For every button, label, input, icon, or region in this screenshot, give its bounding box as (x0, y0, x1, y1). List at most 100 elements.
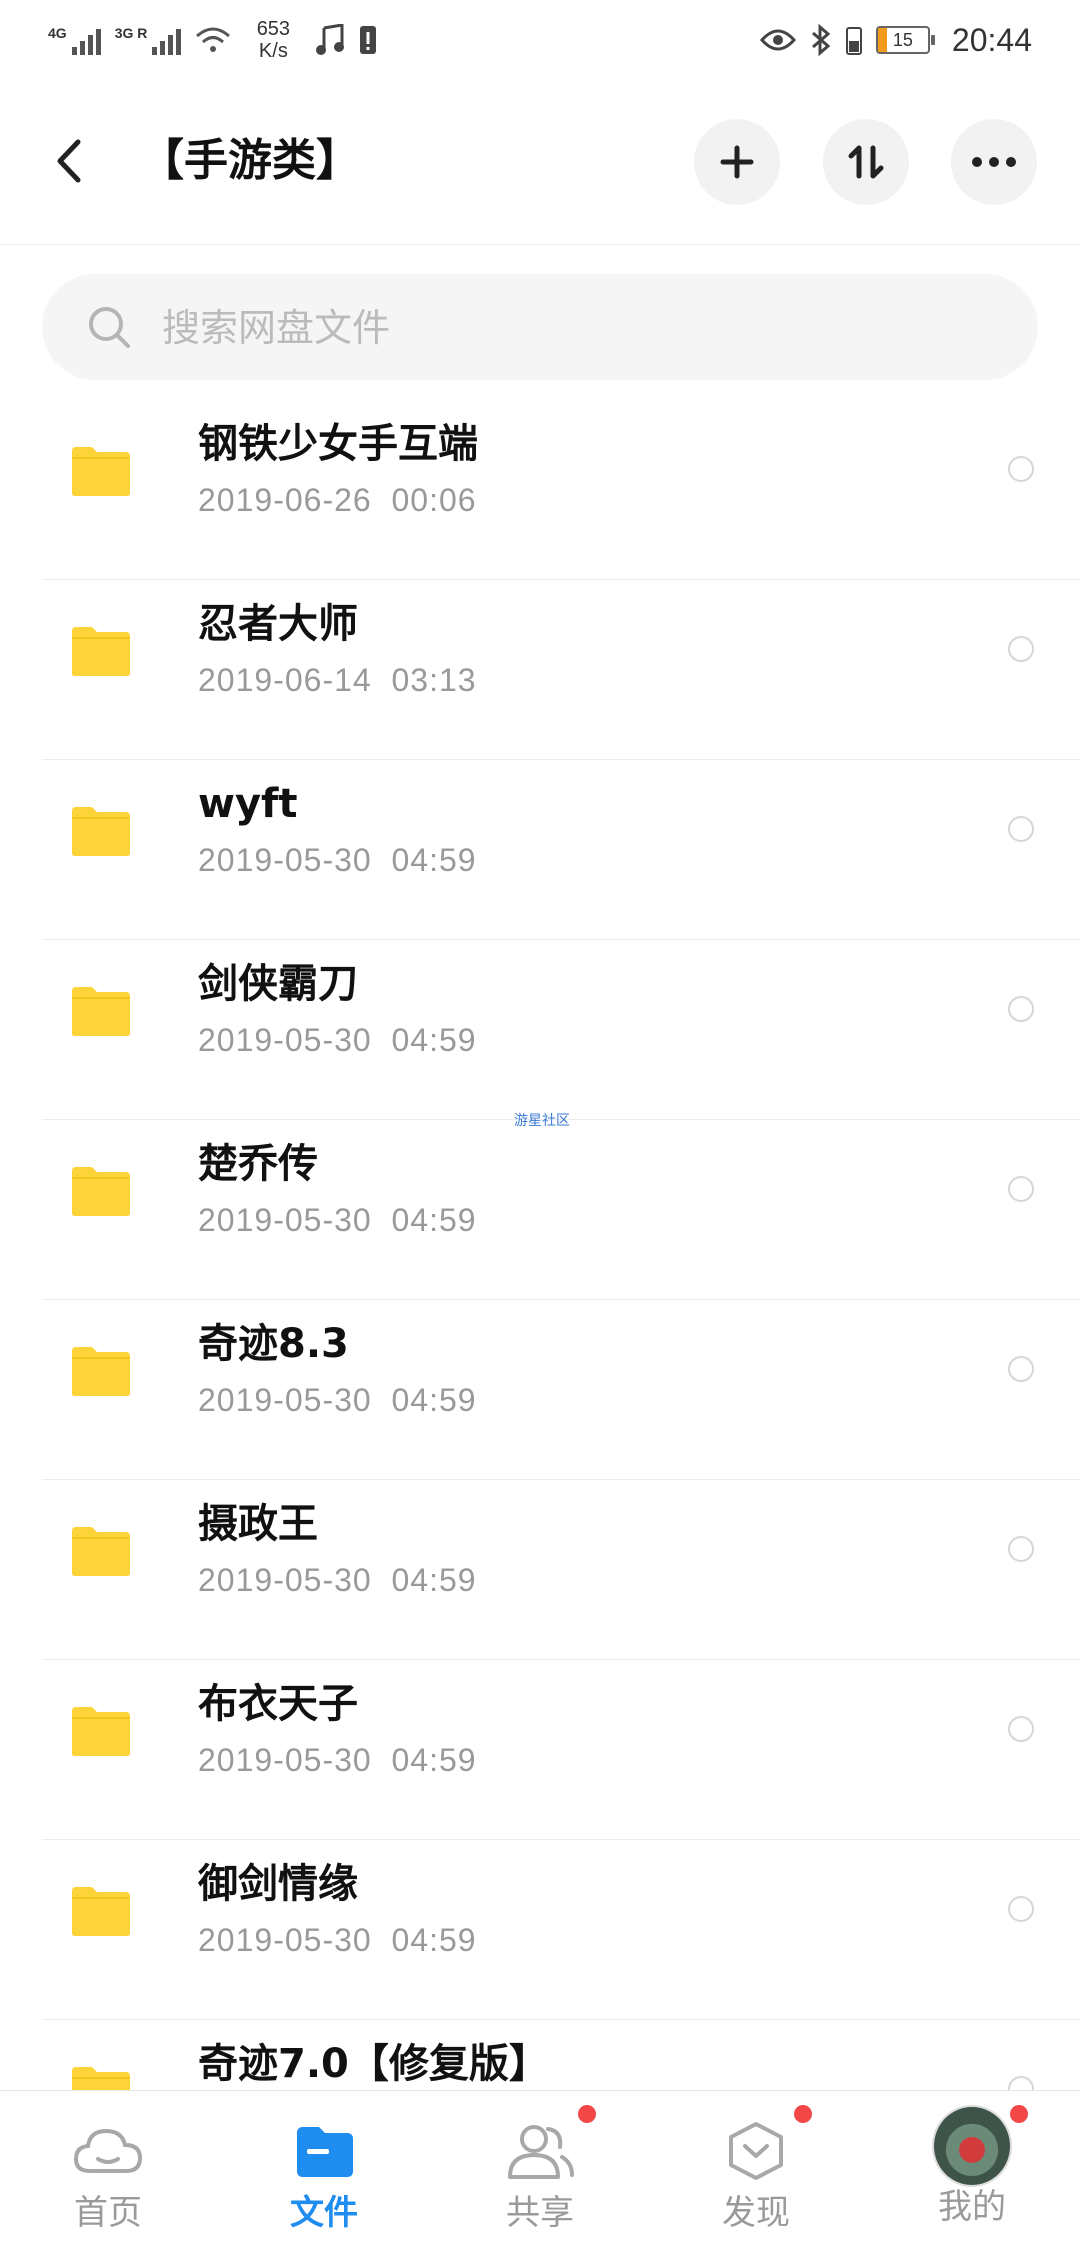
file-modified: 2019-05-30 04:59 (198, 1200, 477, 1240)
folder-icon (72, 1347, 130, 1396)
discover-badge-dot (794, 2105, 812, 2123)
file-time: 04:59 (391, 1922, 477, 1958)
file-name: 奇迹8.3 (198, 1321, 349, 1367)
network-speed: 653 K/s (245, 18, 301, 62)
network-type-1: 4G (48, 25, 67, 41)
file-date: 2019-05-30 (198, 1022, 372, 1058)
folder-icon (72, 447, 130, 496)
select-checkbox[interactable] (1008, 636, 1034, 662)
file-date: 2019-05-30 (198, 842, 372, 878)
search-bar[interactable] (42, 274, 1038, 380)
nav-item-discover[interactable]: 发现 (648, 2091, 864, 2241)
file-row[interactable]: 钢铁少女手互端 2019-06-26 00:06 (42, 400, 1080, 580)
select-checkbox[interactable] (1008, 996, 1034, 1022)
network-speed-unit: K/s (258, 40, 288, 62)
file-modified: 2019-06-26 00:06 (198, 480, 477, 520)
file-modified: 2019-05-30 04:59 (198, 840, 477, 880)
file-time: 03:13 (391, 662, 477, 698)
file-modified: 2019-05-30 04:59 (198, 1740, 477, 1780)
sort-button[interactable] (823, 119, 909, 205)
share-people-icon (508, 2125, 574, 2179)
file-modified: 2019-05-30 04:59 (198, 1560, 477, 1600)
network-type-2: 3G R (114, 25, 148, 41)
file-row[interactable]: 楚乔传 2019-05-30 04:59 (42, 1120, 1080, 1300)
file-date: 2019-05-30 (198, 1742, 372, 1778)
file-date: 2019-05-30 (198, 1562, 372, 1598)
file-row[interactable]: 剑侠霸刀 2019-05-30 04:59 (42, 940, 1080, 1120)
folder-icon (72, 807, 130, 856)
file-time: 04:59 (391, 1022, 477, 1058)
folder-icon (297, 2127, 353, 2177)
clock: 20:44 (951, 21, 1032, 58)
select-checkbox[interactable] (1008, 1536, 1034, 1562)
alert-icon (360, 26, 377, 54)
file-date: 2019-06-26 (198, 482, 372, 518)
file-date: 2019-05-30 (198, 1202, 372, 1238)
add-button[interactable] (694, 119, 780, 205)
network-speed-value: 653 (256, 18, 291, 40)
sort-icon (848, 145, 884, 179)
select-checkbox[interactable] (1008, 1896, 1034, 1922)
file-row[interactable]: 御剑情缘 2019-05-30 04:59 (42, 1840, 1080, 2020)
file-time: 04:59 (391, 1202, 477, 1238)
nav-label-share: 共享 (506, 2193, 574, 2233)
folder-icon (72, 1527, 130, 1576)
discover-icon (729, 2122, 783, 2180)
wifi-icon (196, 27, 231, 52)
folder-icon (72, 987, 130, 1036)
select-checkbox[interactable] (1008, 1356, 1034, 1382)
file-row[interactable]: 摄政王 2019-05-30 04:59 (42, 1480, 1080, 1660)
file-name: 忍者大师 (198, 601, 358, 647)
file-modified: 2019-05-30 04:59 (198, 1380, 477, 1420)
select-checkbox[interactable] (1008, 456, 1034, 482)
file-date: 2019-05-30 (198, 1922, 372, 1958)
file-name: 御剑情缘 (198, 1861, 358, 1907)
nav-item-share[interactable]: 共享 (432, 2091, 648, 2241)
file-time: 04:59 (391, 842, 477, 878)
select-checkbox[interactable] (1008, 1176, 1034, 1202)
music-note-icon (316, 24, 345, 55)
select-checkbox[interactable] (1008, 1716, 1034, 1742)
nav-label-home: 首页 (74, 2193, 142, 2233)
file-name: 摄政王 (198, 1501, 318, 1547)
plus-icon (720, 145, 754, 179)
file-time: 04:59 (391, 1562, 477, 1598)
folder-icon (72, 1707, 130, 1756)
file-name: 楚乔传 (198, 1141, 318, 1187)
nav-item-home[interactable]: 首页 (0, 2091, 216, 2241)
search-icon (89, 307, 130, 348)
file-row[interactable]: 忍者大师 2019-06-14 03:13 (42, 580, 1080, 760)
folder-icon (72, 627, 130, 676)
back-arrow-icon[interactable] (50, 136, 90, 186)
file-row[interactable]: 布衣天子 2019-05-30 04:59 (42, 1660, 1080, 1840)
share-badge-dot (578, 2105, 596, 2123)
file-row[interactable]: 奇迹7.0【修复版】 (42, 2020, 1080, 2090)
select-checkbox[interactable] (1008, 2076, 1034, 2090)
folder-icon (72, 1167, 130, 1216)
watermark-text: 游星社区 (514, 1113, 570, 1129)
file-row[interactable]: 奇迹8.3 2019-05-30 04:59 (42, 1300, 1080, 1480)
file-modified: 2019-05-30 04:59 (198, 1920, 477, 1960)
status-bar: 4G 3G R 653 K/s 15 20:44 (0, 0, 1080, 80)
more-button[interactable] (951, 119, 1037, 205)
nav-item-files[interactable]: 文件 (216, 2091, 432, 2241)
file-date: 2019-05-30 (198, 1382, 372, 1418)
page-title: 【手游类】 (140, 135, 360, 186)
battery-indicator: 15 (875, 26, 935, 54)
eye-icon (759, 29, 796, 51)
cloud-icon (73, 2128, 143, 2173)
more-dots-icon (972, 157, 1016, 167)
search-input[interactable] (160, 296, 1004, 360)
file-name: wyft (198, 781, 298, 827)
select-checkbox[interactable] (1008, 816, 1034, 842)
file-time: 04:59 (391, 1742, 477, 1778)
folder-icon (72, 1887, 130, 1936)
file-row[interactable]: wyft 2019-05-30 04:59 (42, 760, 1080, 940)
avatar (932, 2105, 1012, 2187)
nav-item-me[interactable]: 我的 (864, 2091, 1080, 2241)
phone-battery-icon (845, 27, 862, 55)
header-bar: 【手游类】 (0, 80, 1080, 245)
file-time: 00:06 (391, 482, 477, 518)
file-modified: 2019-06-14 03:13 (198, 660, 477, 700)
bottom-nav: 首页 文件 共享 发现 我的 (0, 2090, 1080, 2241)
